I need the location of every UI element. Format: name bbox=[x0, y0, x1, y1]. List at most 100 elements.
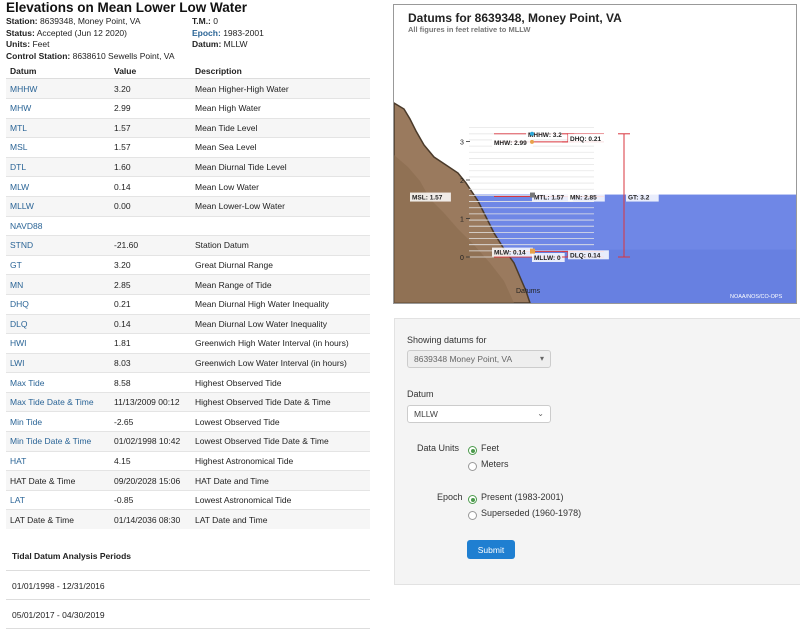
datum-name-cell[interactable]: MLW bbox=[6, 176, 110, 197]
feet-radio-label: Feet bbox=[481, 443, 500, 453]
station-meta: Station: 8639348, Money Point, VA T.M.: … bbox=[6, 16, 370, 62]
datum-name-cell[interactable]: MSL bbox=[6, 137, 110, 158]
datum-description-cell: Mean Lower-Low Water bbox=[191, 195, 370, 217]
table-row: Max Tide Date & Time 11/13/2009 00:12 High… bbox=[6, 391, 370, 412]
table-row: Min Tide -2.65 Lowest Observed Tide bbox=[6, 411, 370, 432]
table-row: NAVD88 bbox=[6, 215, 370, 236]
datum-name-cell[interactable]: DTL bbox=[6, 156, 110, 177]
datum-value-cell: 09/20/2028 15:06 bbox=[110, 470, 191, 491]
datum-value-cell: 8.58 bbox=[110, 372, 191, 393]
datum-description-cell: Mean Higher-High Water bbox=[191, 78, 370, 99]
y-tick-label: 1 bbox=[460, 217, 464, 224]
datum-name-cell[interactable]: LAT bbox=[6, 489, 110, 510]
datum-name-cell[interactable]: HWI bbox=[6, 333, 110, 354]
mtl-marker bbox=[530, 192, 535, 198]
datum-value-cell: 01/14/2036 08:30 bbox=[110, 509, 191, 530]
datum-value-cell: 2.85 bbox=[110, 274, 191, 295]
table-row: GT 3.20 Great Diurnal Range bbox=[6, 254, 370, 275]
submit-button[interactable]: Submit bbox=[467, 540, 515, 559]
datum-description-cell: Station Datum bbox=[191, 235, 370, 256]
col-value: Value bbox=[110, 63, 191, 80]
range-label: GT: 3.2 bbox=[628, 195, 650, 202]
table-row: MSL 1.57 Mean Sea Level bbox=[6, 137, 370, 158]
datum-name-cell[interactable]: DLQ bbox=[6, 313, 110, 334]
datum-description-cell: Mean Tide Level bbox=[191, 117, 370, 138]
datum-panel: Elevations on Mean Lower Low Water Stati… bbox=[6, 0, 370, 629]
present-epoch-radio[interactable] bbox=[468, 495, 477, 504]
datum-description-cell: LAT Date and Time bbox=[191, 509, 370, 530]
period-row: 01/01/1998 - 12/31/2016 bbox=[6, 571, 370, 601]
table-row: LWI 8.03 Greenwich Low Water Interval (in … bbox=[6, 352, 370, 373]
superseded-epoch-radio[interactable] bbox=[468, 511, 477, 520]
datum-label: MSL: 1.57 bbox=[412, 195, 443, 202]
periods-heading: Tidal Datum Analysis Periods bbox=[6, 551, 370, 572]
datum-description-cell: HAT Date and Time bbox=[191, 470, 370, 491]
meters-radio[interactable] bbox=[468, 462, 477, 471]
datum-value-cell: 0.21 bbox=[110, 293, 191, 314]
datum-description-cell: Highest Observed Tide bbox=[191, 372, 370, 393]
data-units-label: Data Units bbox=[417, 443, 460, 453]
datum-name-cell[interactable]: MHHW bbox=[6, 78, 110, 99]
datum-description-cell: Great Diurnal Range bbox=[191, 254, 370, 275]
datum-name-cell[interactable]: MHW bbox=[6, 97, 110, 119]
y-tick-label: 0 bbox=[460, 255, 464, 262]
present-epoch-label: Present (1983-2001) bbox=[481, 492, 564, 502]
datum-description-cell: Highest Observed Tide Date & Time bbox=[191, 391, 370, 412]
datum-name-cell[interactable]: GT bbox=[6, 254, 110, 275]
control-station-info: Control Station: 8638610 Sewells Point, … bbox=[6, 50, 175, 61]
table-row: MLW 0.14 Mean Low Water bbox=[6, 176, 370, 197]
datum-description-cell: Mean Diurnal Tide Level bbox=[191, 156, 370, 177]
datum-description-cell: Greenwich High Water Interval (in hours) bbox=[191, 333, 370, 354]
epoch-info: Epoch: 1983-2001 bbox=[192, 27, 264, 38]
feet-radio[interactable] bbox=[468, 446, 477, 455]
table-row: HWI 1.81 Greenwich High Water Interval (in… bbox=[6, 333, 370, 354]
datum-name-cell[interactable]: Max Tide Date & Time bbox=[6, 391, 110, 412]
table-row: MHHW 3.20 Mean Higher-High Water bbox=[6, 78, 370, 99]
x-axis-label: Datums bbox=[516, 288, 541, 295]
datum-name-cell[interactable]: Min Tide Date & Time bbox=[6, 431, 110, 452]
caret-icon: ▾ bbox=[539, 354, 544, 363]
datum-name-cell[interactable]: MN bbox=[6, 274, 110, 295]
datum-select[interactable]: MLLW ⌄ bbox=[407, 405, 551, 423]
datum-chart-svg: 0123MHHW: 3.2MHW: 2.99MTL: 1.57MSL: 1.57… bbox=[394, 102, 796, 303]
station-select[interactable]: 8639348 Money Point, VA ▾ bbox=[407, 350, 551, 368]
datum-description-cell: Lowest Observed Tide Date & Time bbox=[191, 431, 370, 452]
datum-name-cell[interactable]: MLLW bbox=[6, 195, 110, 217]
chart-title: Datums for 8639348, Money Point, VA bbox=[408, 11, 622, 25]
datum-value-cell: -21.60 bbox=[110, 235, 191, 256]
datum-name-cell[interactable]: Max Tide bbox=[6, 372, 110, 393]
datum-name-cell[interactable]: MTL bbox=[6, 117, 110, 138]
range-label: DHQ: 0.21 bbox=[570, 136, 601, 143]
table-row: LAT Date & Time 01/14/2036 08:30 LAT Date … bbox=[6, 509, 370, 530]
datum-name-cell[interactable]: Min Tide bbox=[6, 411, 110, 432]
epoch-label: Epoch bbox=[437, 492, 463, 502]
mhhw-marker bbox=[530, 131, 534, 136]
datum-info: Datum: MLLW bbox=[192, 39, 248, 50]
datum-name-cell[interactable]: STND bbox=[6, 235, 110, 256]
datum-description-cell: Mean Range of Tide bbox=[191, 274, 370, 295]
datum-value-cell: -2.65 bbox=[110, 411, 191, 432]
tm-info: T.M.: 0 bbox=[192, 16, 218, 26]
epoch-link[interactable]: Epoch: bbox=[192, 28, 221, 38]
credit-label: NOAA/NOS/CO-OPS bbox=[730, 294, 783, 300]
table-row: MN 2.85 Mean Range of Tide bbox=[6, 274, 370, 295]
datum-value-cell: 11/13/2009 00:12 bbox=[110, 391, 191, 412]
superseded-epoch-label: Superseded (1960-1978) bbox=[481, 508, 582, 518]
range-label: DLQ: 0.14 bbox=[570, 252, 601, 259]
datum-name-cell[interactable]: DHQ bbox=[6, 293, 110, 314]
datum-value-cell: 1.60 bbox=[110, 156, 191, 177]
datum-value-cell: 0.14 bbox=[110, 176, 191, 197]
datum-name-cell[interactable]: NAVD88 bbox=[6, 215, 110, 236]
table-row: HAT Date & Time 09/20/2028 15:06 HAT Date … bbox=[6, 470, 370, 491]
datum-value-cell: 0.00 bbox=[110, 195, 191, 217]
table-row: Min Tide Date & Time 01/02/1998 10:42 Lowe… bbox=[6, 431, 370, 452]
datum-name-cell[interactable]: LWI bbox=[6, 352, 110, 373]
datum-value-cell: 1.57 bbox=[110, 117, 191, 138]
datum-value-cell: 3.20 bbox=[110, 78, 191, 99]
period-row: 05/01/2017 - 04/30/2019 bbox=[6, 600, 370, 629]
datum-form: Showing datums for 8639348 Money Point, … bbox=[394, 318, 800, 585]
showing-label: Showing datums for bbox=[407, 335, 487, 345]
datum-name-cell[interactable]: HAT bbox=[6, 450, 110, 471]
units-info: Units: Feet bbox=[6, 39, 50, 50]
datum-select-label: Datum bbox=[407, 389, 434, 399]
